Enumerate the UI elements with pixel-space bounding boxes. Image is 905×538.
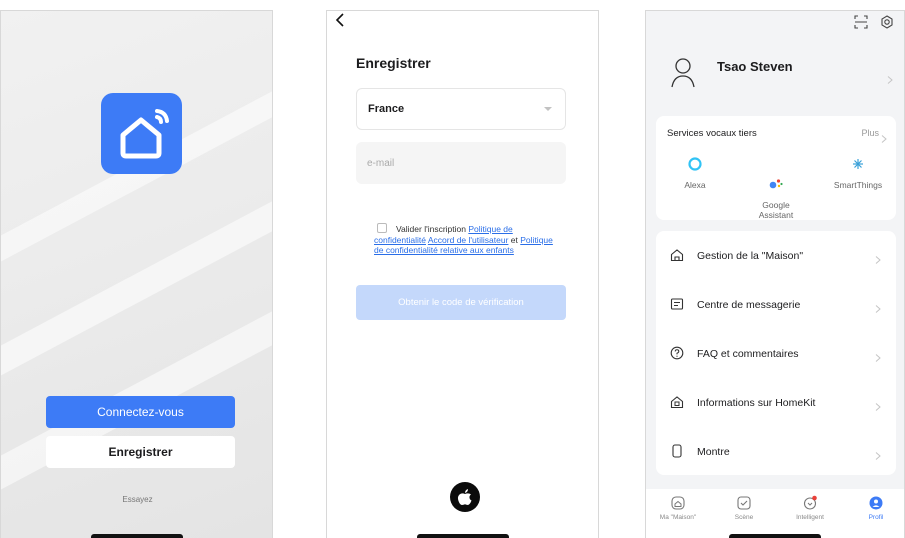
scan-icon[interactable] bbox=[853, 15, 868, 29]
bottom-tab-bar: Ma "Maison" Scène Intelligent Profil bbox=[646, 489, 904, 538]
country-select[interactable]: France bbox=[356, 88, 566, 130]
profile-tab-icon bbox=[868, 495, 884, 511]
email-field[interactable] bbox=[356, 142, 566, 184]
try-link[interactable]: Essayez bbox=[1, 495, 272, 504]
home-indicator bbox=[90, 534, 183, 538]
home-indicator bbox=[729, 534, 821, 538]
user-agreement-link[interactable]: Accord de l'utilisateur bbox=[428, 235, 509, 245]
login-button[interactable]: Connectez-vous bbox=[46, 396, 235, 428]
register-button[interactable]: Enregistrer bbox=[46, 436, 235, 468]
scene-tab-icon bbox=[736, 495, 752, 511]
chevron-right-icon bbox=[874, 300, 882, 313]
profile-header[interactable]: Tsao Steven bbox=[646, 51, 904, 101]
watch-icon bbox=[670, 444, 684, 458]
smart-tab-icon bbox=[802, 495, 818, 511]
page-title: Enregistrer bbox=[356, 55, 431, 71]
chevron-right-icon bbox=[874, 398, 882, 411]
voice-services-card: Services vocaux tiers Plus Alexa Google … bbox=[656, 116, 896, 220]
welcome-screen: Connectez-vous Enregistrer Essayez bbox=[0, 10, 273, 538]
avatar bbox=[670, 57, 696, 89]
tab-profile[interactable]: Profil bbox=[846, 495, 904, 521]
alexa-icon bbox=[687, 156, 703, 172]
voice-services-title: Services vocaux tiers bbox=[667, 128, 757, 139]
register-screen: Enregistrer France Valider l'inscription… bbox=[326, 10, 599, 538]
menu-item-watch[interactable]: Montre bbox=[656, 427, 896, 476]
chevron-right-icon bbox=[874, 349, 882, 362]
tab-smart[interactable]: Intelligent bbox=[780, 495, 840, 521]
tab-scene[interactable]: Scène bbox=[714, 495, 774, 521]
consent-text: Valider l'inscription Politique de confi… bbox=[374, 224, 553, 255]
menu-item-faq[interactable]: FAQ et commentaires bbox=[656, 329, 896, 378]
back-icon[interactable] bbox=[333, 12, 349, 28]
menu-item-message-center[interactable]: Centre de messagerie bbox=[656, 280, 896, 329]
settings-menu-card: Gestion de la "Maison" Centre de message… bbox=[656, 231, 896, 475]
menu-item-home-management[interactable]: Gestion de la "Maison" bbox=[656, 231, 896, 280]
user-name: Tsao Steven bbox=[717, 59, 793, 74]
home-indicator bbox=[416, 534, 509, 538]
country-value: France bbox=[368, 103, 405, 115]
message-icon bbox=[670, 297, 684, 311]
gear-icon[interactable] bbox=[880, 15, 894, 29]
smart-home-wifi-icon bbox=[101, 93, 182, 174]
voice-services-more[interactable]: Plus bbox=[861, 128, 879, 138]
chevron-down-icon bbox=[544, 107, 552, 111]
chevron-right-icon bbox=[874, 447, 882, 460]
chevron-right-icon bbox=[874, 251, 882, 264]
voice-service-google-assistant[interactable]: Google Assistant bbox=[741, 156, 811, 220]
house-icon bbox=[670, 248, 684, 262]
voice-service-smartthings[interactable]: SmartThings bbox=[822, 156, 894, 190]
chevron-right-icon bbox=[880, 130, 888, 143]
homekit-icon bbox=[670, 395, 684, 409]
help-icon bbox=[670, 346, 684, 360]
home-tab-icon bbox=[670, 495, 686, 511]
voice-service-alexa[interactable]: Alexa bbox=[660, 156, 730, 190]
chevron-right-icon bbox=[886, 71, 894, 84]
google-assistant-icon bbox=[768, 166, 784, 189]
top-actions bbox=[846, 15, 894, 34]
apple-icon[interactable] bbox=[450, 482, 480, 512]
profile-screen: Tsao Steven Services vocaux tiers Plus A… bbox=[645, 10, 905, 538]
get-code-button[interactable]: Obtenir le code de vérification bbox=[356, 285, 566, 320]
menu-item-homekit[interactable]: Informations sur HomeKit bbox=[656, 378, 896, 427]
tab-my-home[interactable]: Ma "Maison" bbox=[648, 495, 708, 521]
smartthings-icon bbox=[850, 156, 866, 172]
